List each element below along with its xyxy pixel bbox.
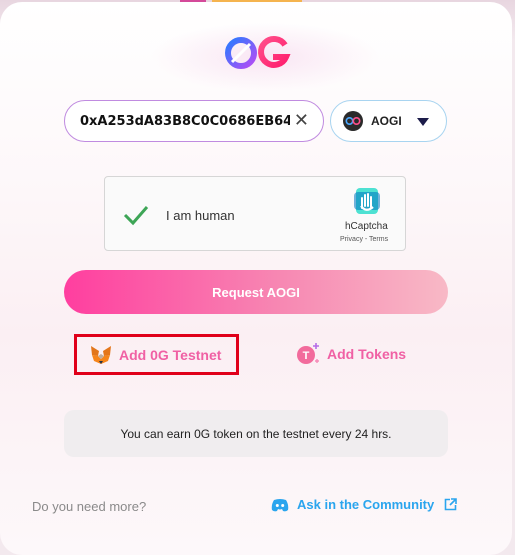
- add-tokens-label: Add Tokens: [327, 346, 407, 362]
- discord-icon: [271, 498, 289, 511]
- hcaptcha-brand: hCaptcha: [345, 221, 388, 232]
- add-testnet-label: Add 0G Testnet: [119, 346, 222, 363]
- token-label: AOGI: [371, 114, 402, 128]
- caret-down-icon: [417, 118, 429, 126]
- svg-text:T: T: [303, 350, 310, 362]
- 0g-token-icon: [343, 111, 363, 131]
- wallet-address-value: 0xA253dA83B8C0C0686EB64: [80, 113, 290, 129]
- need-more-text: Do you need more?: [32, 499, 147, 514]
- add-tokens-button[interactable]: T Add Tokens: [296, 342, 406, 366]
- captcha-label: I am human: [166, 208, 235, 223]
- community-link[interactable]: Ask in the Community: [271, 497, 458, 512]
- checkmark-icon[interactable]: [122, 203, 150, 227]
- external-link-icon: [444, 498, 458, 511]
- hcaptcha-logo-icon: [354, 188, 380, 214]
- close-icon[interactable]: ✕: [294, 111, 309, 131]
- wallet-address-input[interactable]: 0xA253dA83B8C0C0686EB64 ✕: [64, 100, 324, 142]
- request-token-button[interactable]: Request AOGI: [64, 270, 448, 314]
- community-label: Ask in the Community: [297, 497, 435, 512]
- info-message: You can earn 0G token on the testnet eve…: [64, 410, 448, 457]
- add-testnet-button[interactable]: Add 0G Testnet: [74, 334, 239, 375]
- token-plus-icon: T: [297, 343, 319, 364]
- hcaptcha-widget: I am human hCaptcha Privacy - Terms: [104, 176, 406, 251]
- 0g-logo: [225, 36, 291, 69]
- token-select[interactable]: AOGI: [330, 100, 447, 142]
- metamask-fox-icon: [91, 345, 111, 364]
- hcaptcha-links[interactable]: Privacy - Terms: [340, 236, 388, 243]
- faucet-card: 0xA253dA83B8C0C0686EB64 ✕ AOGI I am huma…: [0, 2, 512, 555]
